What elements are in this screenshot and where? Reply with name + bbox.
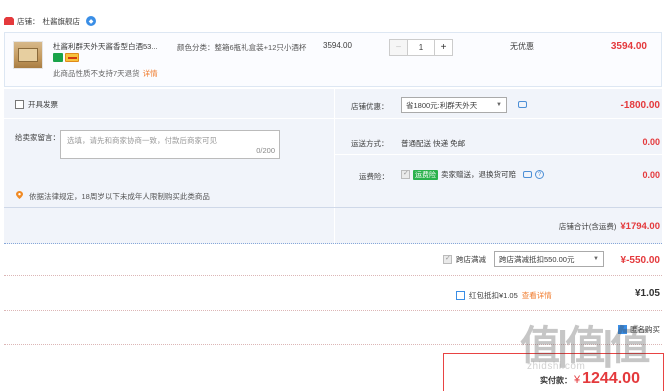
- red-packet-amount: ¥1.05: [634, 288, 660, 299]
- product-sku: 颜色分类：整箱6瓶礼盒装+12只小酒杯: [177, 41, 307, 54]
- quantity-stepper: − 1 +: [389, 39, 453, 56]
- message-char-count: 0/200: [256, 146, 275, 155]
- shipping-value: 普通配送 快递 免邮: [401, 139, 466, 148]
- watermark-subtext: zhidshi.com: [527, 361, 586, 372]
- age-restriction-notice: 依据法律规定，18周岁以下未成年人限制购买此类商品: [29, 192, 210, 201]
- product-title-link[interactable]: 杜酱利群天外天酱香型白酒53...: [53, 41, 173, 52]
- invoice-label: 开具发票: [28, 100, 58, 109]
- shop-discount-value: 省1800元:利群天外天: [406, 100, 478, 110]
- item-discount: 无优惠: [510, 42, 534, 51]
- insurance-row: 运费险 卖家赠送，退换货可赔 ?: [401, 169, 544, 180]
- chat-badge-icon[interactable]: ◆: [86, 16, 96, 26]
- shop-total-amount: ¥1794.00: [620, 221, 660, 232]
- cross-shop-label: 跨店满减: [456, 255, 486, 264]
- shop-header: 店铺： 杜酱旗舰店 ◆: [4, 14, 96, 28]
- no-return-notice: 此商品性质不支持7天退货 详情: [53, 68, 158, 79]
- final-currency: ¥: [574, 374, 581, 386]
- insurance-tag: 运费险: [413, 169, 438, 180]
- chevron-down-icon: ▼: [593, 256, 599, 262]
- cross-shop-row: 跨店满减: [443, 254, 486, 265]
- cross-shop-checkbox[interactable]: [443, 254, 452, 264]
- shop-discount-label: 店铺优惠：: [351, 102, 389, 111]
- shop-discount-select[interactable]: 省1800元:利群天外天 ▼: [401, 97, 507, 113]
- row-divider: [4, 275, 662, 276]
- panel-row-divider: [335, 118, 662, 119]
- sku-label: 颜色分类：: [177, 43, 215, 52]
- sku-value: 整箱6瓶礼盒装+12只小酒杯: [214, 43, 307, 52]
- cart-item: 杜酱利群天外天酱香型白酒53... 此商品性质不支持7天退货 详情 颜色分类：整箱…: [4, 32, 662, 87]
- invoice-row: 开具发票: [15, 99, 58, 110]
- shipping-label: 运送方式：: [351, 139, 389, 148]
- insurance-value: 卖家赠送，退换货可赔: [441, 170, 516, 179]
- panel-row-divider: [4, 118, 334, 119]
- shop-label: 店铺：: [17, 16, 40, 26]
- verified-badge-icon: [53, 53, 63, 62]
- red-packet-detail-link[interactable]: 查看详情: [522, 290, 552, 301]
- final-payment-label: 实付款：: [540, 376, 572, 385]
- unit-price: 3594.00: [323, 41, 352, 50]
- panel-divider: [334, 89, 335, 244]
- shop-name-link[interactable]: 杜酱旗舰店: [43, 16, 81, 27]
- chat-icon[interactable]: [523, 171, 532, 178]
- shop-discount-amount: -1800.00: [620, 100, 660, 111]
- insurance-checkbox[interactable]: [401, 169, 410, 179]
- item-line-total: 3594.00: [610, 41, 647, 52]
- quantity-increase-button[interactable]: +: [434, 39, 453, 56]
- quantity-decrease-button[interactable]: −: [389, 39, 408, 56]
- red-packet-checkbox[interactable]: [456, 291, 465, 300]
- invoice-checkbox[interactable]: [15, 100, 24, 109]
- help-icon[interactable]: ?: [535, 170, 544, 179]
- shop-total-row: 店铺合计(含运费) ¥1794.00: [559, 221, 660, 232]
- chevron-down-icon: ▼: [496, 102, 502, 108]
- location-pin-icon: [16, 191, 23, 199]
- cross-shop-select[interactable]: 跨店满减抵扣550.00元 ▼: [494, 251, 604, 267]
- cross-shop-value: 跨店满减抵扣550.00元: [499, 254, 575, 264]
- seller-message-input[interactable]: 选填，请先和商家协商一致，付款后商家可见 0/200: [60, 130, 280, 159]
- chat-icon[interactable]: [518, 101, 527, 108]
- insurance-amount: 0.00: [642, 170, 660, 180]
- red-packet-row: 红包抵扣¥1.05 查看详情: [456, 290, 552, 301]
- message-label: 给卖家留言：: [15, 133, 60, 142]
- cross-shop-amount: ¥-550.00: [620, 255, 660, 266]
- product-thumbnail[interactable]: [13, 41, 43, 69]
- red-packet-label: 红包抵扣¥1.05: [469, 291, 518, 300]
- insurance-label: 运费险：: [359, 172, 389, 181]
- panel-separator: [4, 207, 662, 208]
- shipping-amount: 0.00: [642, 137, 660, 147]
- message-placeholder: 选填，请先和商家协商一致，付款后商家可见: [67, 136, 217, 145]
- card-badge-icon: [65, 53, 79, 62]
- no-return-text: 此商品性质不支持7天退货: [53, 69, 140, 78]
- product-badges: [53, 53, 79, 62]
- no-return-detail-link[interactable]: 详情: [143, 69, 158, 78]
- quantity-input[interactable]: 1: [408, 39, 434, 56]
- shop-icon: [4, 17, 14, 25]
- row-divider: [4, 310, 662, 311]
- panel-row-divider: [335, 154, 662, 155]
- shop-total-label: 店铺合计(含运费): [558, 222, 617, 231]
